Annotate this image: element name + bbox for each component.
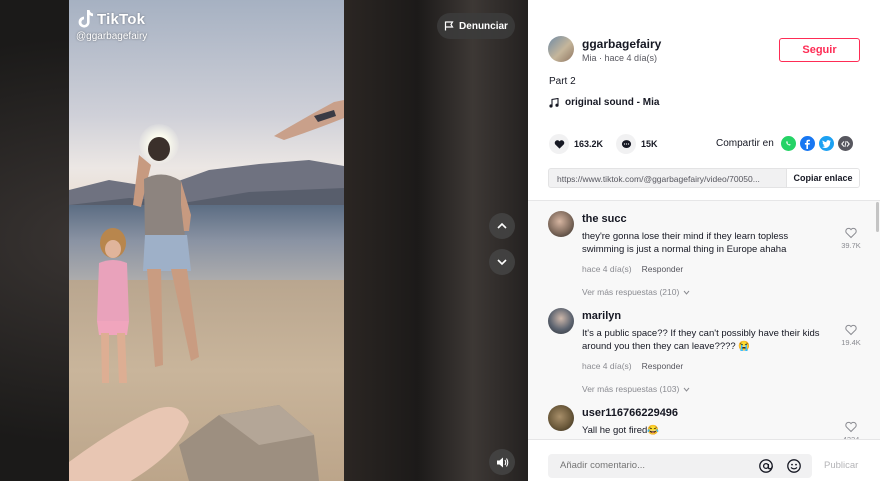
comment-like[interactable]: 4224 xyxy=(838,421,864,439)
video-player[interactable] xyxy=(69,0,344,481)
comment-text: Yall he got fired😂 xyxy=(582,425,660,436)
share-row: Compartir en xyxy=(716,136,853,151)
author-meta: Mia · hace 4 día(s) xyxy=(582,53,658,63)
comment-time: hace 4 día(s) xyxy=(582,361,632,371)
share-link-url[interactable]: https://www.tiktok.com/@ggarbagefairy/vi… xyxy=(549,169,786,187)
chevron-down-icon xyxy=(683,387,690,392)
reply-button[interactable]: Responder xyxy=(642,361,684,371)
volume-icon xyxy=(496,457,508,467)
embed-icon[interactable] xyxy=(837,136,853,151)
sound-link[interactable]: original sound - Mia xyxy=(549,97,659,108)
view-more-replies[interactable]: Ver más respuestas (210) xyxy=(582,287,690,297)
music-note-icon xyxy=(549,97,559,108)
whatsapp-icon[interactable] xyxy=(780,136,796,151)
previous-video-button[interactable] xyxy=(489,213,515,239)
heart-outline-icon xyxy=(845,421,857,433)
comment-username[interactable]: marilyn xyxy=(582,310,621,322)
tiktok-logo-icon xyxy=(78,10,93,28)
tiktok-video-page: TikTok @ggarbagefairy Denunciar ggarbage… xyxy=(0,0,880,481)
comment-text: It's a public space?? If they can't poss… xyxy=(582,328,820,352)
report-button-label: Denunciar xyxy=(459,20,508,32)
comments-scrollbar[interactable] xyxy=(875,200,880,439)
comment-avatar[interactable] xyxy=(548,308,574,334)
comment-like[interactable]: 39.7K xyxy=(838,227,864,250)
facebook-icon[interactable] xyxy=(799,136,815,151)
author-name[interactable]: ggarbagefairy xyxy=(582,37,661,51)
mute-button[interactable] xyxy=(489,449,515,475)
comment-like-count: 19.4K xyxy=(841,338,861,347)
tiktok-logo-text: TikTok xyxy=(97,10,146,28)
comment-avatar[interactable] xyxy=(548,211,574,237)
comment-username[interactable]: user116766229496 xyxy=(582,407,678,419)
next-video-button[interactable] xyxy=(489,249,515,275)
comment-count: 15K xyxy=(641,139,658,149)
view-more-replies-label: Ver más respuestas (210) xyxy=(582,287,680,297)
chevron-down-icon xyxy=(683,290,690,295)
comment-meta: hace 4 día(s) Responder xyxy=(582,361,683,371)
tiktok-logo[interactable]: TikTok xyxy=(77,10,145,28)
copy-link-button[interactable]: Copiar enlace xyxy=(786,169,859,187)
mention-icon[interactable] xyxy=(758,458,774,474)
comment-time: hace 4 día(s) xyxy=(582,264,632,274)
video-description: Part 2 xyxy=(549,76,576,87)
heart-outline-icon xyxy=(845,324,857,336)
video-woman xyxy=(133,137,199,367)
chevron-down-icon xyxy=(497,259,507,266)
comment-button[interactable] xyxy=(616,134,637,154)
emoji-icon[interactable] xyxy=(786,458,802,474)
comment-like[interactable]: 19.4K xyxy=(838,324,864,347)
info-panel: ggarbagefairy Mia · hace 4 día(s) Seguir… xyxy=(528,0,880,481)
video-stats: 163.2K 15K xyxy=(549,134,658,154)
comments-list[interactable]: the succ they're gonna lose their mind i… xyxy=(528,200,880,439)
share-label: Compartir en xyxy=(716,138,774,149)
like-button[interactable] xyxy=(549,134,569,154)
flag-icon xyxy=(444,21,454,31)
twitter-icon[interactable] xyxy=(818,136,834,151)
view-more-replies[interactable]: Ver más respuestas (103) xyxy=(582,384,690,394)
report-button[interactable]: Denunciar xyxy=(437,13,515,39)
reply-button[interactable]: Responder xyxy=(642,264,684,274)
heart-icon xyxy=(554,139,564,149)
heart-outline-icon xyxy=(845,227,857,239)
like-count: 163.2K xyxy=(574,139,604,149)
comment-input[interactable] xyxy=(560,460,740,471)
comments-scroll-thumb[interactable] xyxy=(876,202,879,232)
sound-name: original sound - Mia xyxy=(565,97,660,108)
comment-bubble-icon xyxy=(621,139,631,148)
comment-username[interactable]: the succ xyxy=(582,213,627,225)
comment-avatar[interactable] xyxy=(548,405,574,431)
comment-input-box[interactable] xyxy=(548,454,812,478)
comment-like-count: 39.7K xyxy=(841,241,861,250)
video-rock xyxy=(179,405,319,481)
share-link-box: https://www.tiktok.com/@ggarbagefairy/vi… xyxy=(548,168,860,188)
video-blur-right xyxy=(344,0,528,481)
comment-meta: hace 4 día(s) Responder xyxy=(582,264,683,274)
author-avatar[interactable] xyxy=(548,36,574,62)
chevron-up-icon xyxy=(497,222,507,229)
follow-button[interactable]: Seguir xyxy=(779,38,860,62)
video-arm xyxy=(274,100,344,140)
video-child xyxy=(97,228,129,383)
video-watermark-handle: @ggarbagefairy xyxy=(76,31,148,42)
publish-button[interactable]: Publicar xyxy=(824,460,858,471)
view-more-replies-label: Ver más respuestas (103) xyxy=(582,384,680,394)
comment-composer: Publicar xyxy=(528,439,880,481)
video-panel[interactable]: TikTok @ggarbagefairy Denunciar xyxy=(0,0,528,481)
comment-text: they're gonna lose their mind if they le… xyxy=(582,231,789,255)
